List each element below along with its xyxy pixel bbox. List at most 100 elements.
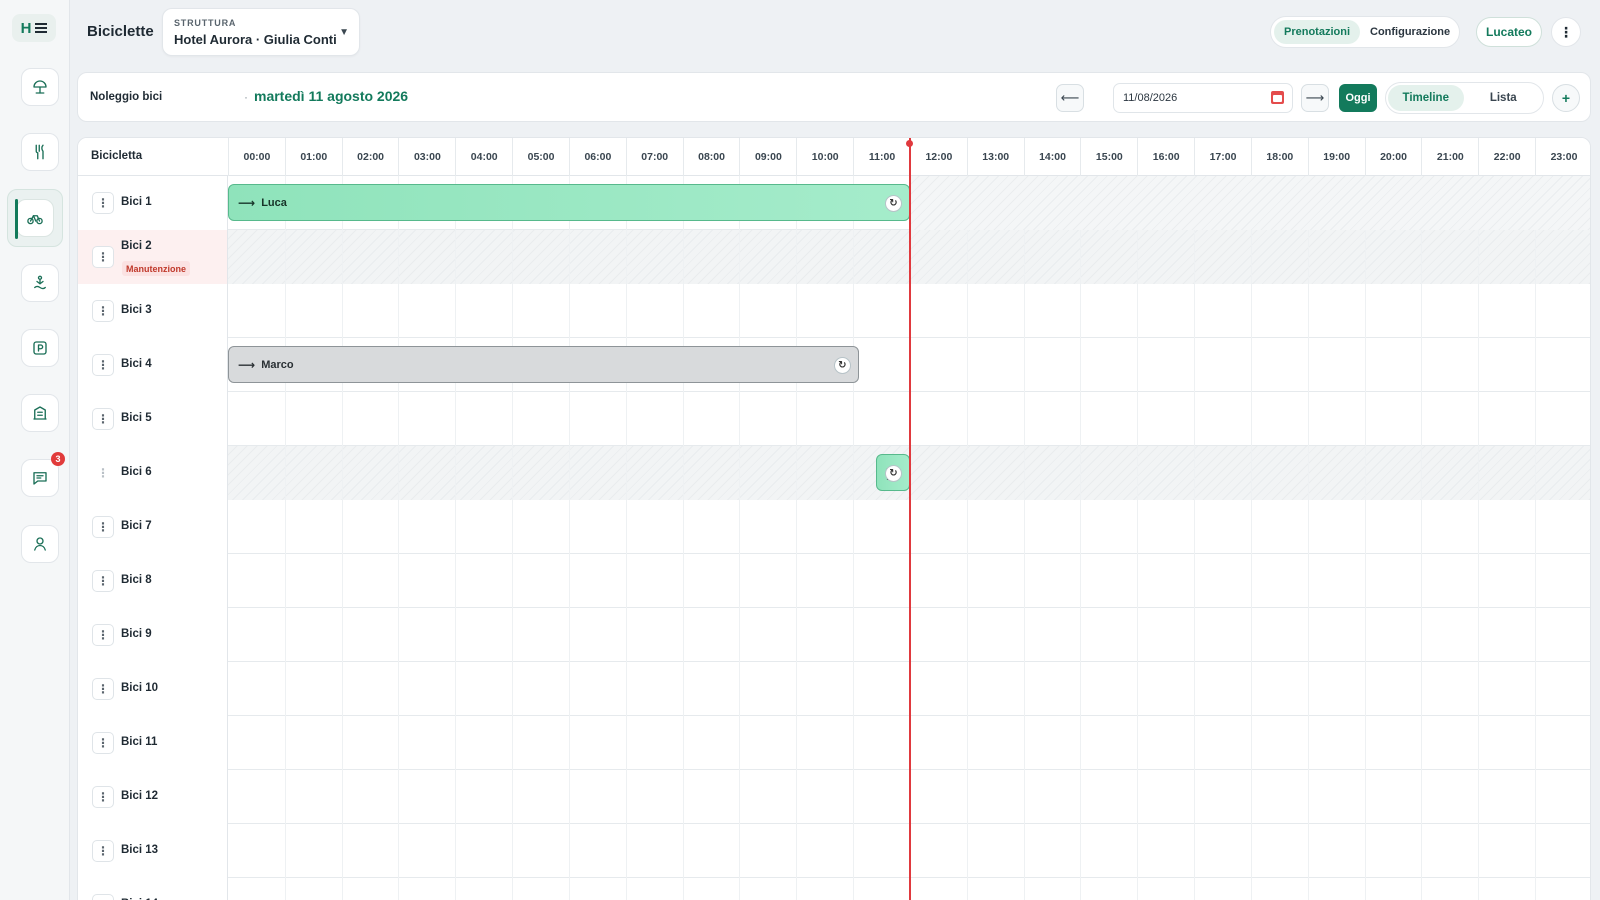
hour-gridline <box>625 662 627 716</box>
hour-gridline <box>284 662 286 716</box>
hour-gridline <box>1364 230 1366 284</box>
row-menu-icon[interactable]: ⋮ <box>92 570 114 592</box>
hour-gridline <box>568 662 570 716</box>
hour-gridline <box>1478 608 1480 662</box>
hour-gridline <box>1250 878 1252 900</box>
sidebar-item-spa[interactable] <box>21 264 59 302</box>
hour-label: 11:00 <box>853 138 910 176</box>
hour-gridline <box>512 230 514 284</box>
chat-icon <box>33 472 47 485</box>
hour-gridline <box>568 284 570 338</box>
hour-gridline <box>1137 770 1139 824</box>
refresh-icon[interactable]: ↻ <box>884 195 902 212</box>
row-menu-icon[interactable]: ⋮ <box>92 786 114 808</box>
hour-gridline <box>1307 824 1309 878</box>
sidebar-item-building[interactable] <box>21 394 59 432</box>
sidebar-item-restaurant[interactable] <box>21 133 59 171</box>
row-menu-icon[interactable]: ⋮ <box>92 624 114 646</box>
hour-gridline <box>1023 608 1025 662</box>
hour-gridline <box>1478 446 1480 500</box>
hour-gridline <box>1194 878 1196 900</box>
sidebar-item-messages[interactable]: 3 <box>21 452 65 497</box>
arrow-right-icon: ⟶ <box>238 357 256 372</box>
hour-gridline <box>1137 230 1139 284</box>
hour-gridline <box>625 824 627 878</box>
row-menu-icon[interactable]: ⋮ <box>92 894 114 900</box>
row-menu-icon[interactable]: ⋮ <box>92 408 114 430</box>
add-booking-button[interactable]: + <box>1552 84 1580 112</box>
sidebar-item-bikes[interactable] <box>7 189 63 247</box>
row-menu-icon[interactable]: ⋮ <box>92 678 114 700</box>
hour-gridline <box>1535 716 1537 770</box>
sidebar-item-parking[interactable] <box>21 329 59 367</box>
sidebar-item-beach[interactable] <box>21 68 59 106</box>
hour-gridline <box>1364 284 1366 338</box>
hour-gridline <box>1194 770 1196 824</box>
next-day-button[interactable]: ⟶ <box>1301 84 1329 112</box>
date-field[interactable]: 11/08/2026 <box>1113 83 1293 113</box>
booking-bar[interactable]: ⟶ Marco ↻ <box>228 346 859 383</box>
calendar-icon[interactable] <box>1271 91 1284 104</box>
hour-gridline <box>1535 554 1537 608</box>
row-menu-icon[interactable]: ⋮ <box>92 192 114 214</box>
hour-gridline <box>1080 284 1082 338</box>
row-menu-icon[interactable]: ⋮ <box>92 516 114 538</box>
refresh-icon[interactable]: ↻ <box>833 357 851 374</box>
hour-gridline <box>1080 392 1082 446</box>
hour-gridline <box>1478 230 1480 284</box>
bicycle-icon <box>27 215 43 225</box>
hour-gridline <box>1250 230 1252 284</box>
menu-toggle[interactable]: H <box>12 14 56 42</box>
restaurant-icon <box>35 144 44 160</box>
hour-gridline <box>682 716 684 770</box>
row-menu-icon[interactable]: ⋮ <box>92 354 114 376</box>
more-menu-icon[interactable]: ⋮ <box>1551 17 1581 47</box>
hour-gridline <box>398 878 400 900</box>
today-button[interactable]: Oggi <box>1339 84 1377 112</box>
row-menu-icon[interactable]: ⋮ <box>92 840 114 862</box>
booking-bar[interactable]: ⟶ Luca ↻ <box>228 184 910 221</box>
user-button[interactable]: Lucateo <box>1476 17 1542 47</box>
row-menu-icon[interactable]: ⋮ <box>92 732 114 754</box>
view-timeline[interactable]: Timeline <box>1388 85 1464 111</box>
hour-gridline <box>341 824 343 878</box>
table-row: ⋮Bici 14 <box>78 878 1590 900</box>
row-menu-icon[interactable]: ⋮ <box>92 246 114 268</box>
hour-gridline <box>1364 392 1366 446</box>
tab-prenotazioni[interactable]: Prenotazioni <box>1274 20 1361 44</box>
hour-gridline <box>966 878 968 900</box>
hour-label: 17:00 <box>1194 138 1251 176</box>
hour-gridline <box>284 230 286 284</box>
hour-gridline <box>398 392 400 446</box>
hour-gridline <box>512 608 514 662</box>
hour-gridline <box>1250 500 1252 554</box>
hour-gridline <box>1023 284 1025 338</box>
hour-gridline <box>568 608 570 662</box>
table-row: ⋮ Bici 2 Manutenzione <box>78 230 1590 284</box>
hour-gridline <box>682 500 684 554</box>
hour-label: 13:00 <box>966 138 1024 176</box>
hour-gridline <box>966 392 968 446</box>
hour-gridline <box>1478 716 1480 770</box>
column-header-bike: Bicicletta <box>91 150 143 162</box>
refresh-icon[interactable]: ↻ <box>884 465 902 482</box>
structure-select[interactable]: STRUTTURA Hotel Aurora · Giulia Conti ▼ <box>162 8 360 56</box>
hamburger-icon <box>35 23 48 33</box>
tab-configurazione[interactable]: Configurazione <box>1360 20 1460 44</box>
row-menu-icon[interactable]: ⋮ <box>92 300 114 322</box>
hour-gridline <box>1421 824 1423 878</box>
row-menu-icon[interactable]: ⋮ <box>92 462 114 484</box>
view-lista[interactable]: Lista <box>1466 85 1542 111</box>
hour-gridline <box>1478 824 1480 878</box>
hour-gridline <box>341 662 343 716</box>
hour-gridline <box>341 878 343 900</box>
table-row: ⋮ Bici 5 <box>78 392 1590 446</box>
messages-badge: 3 <box>51 452 65 466</box>
prev-day-button[interactable]: ⟵ <box>1056 84 1084 112</box>
booking-bar[interactable]: ❯↻ <box>875 454 910 491</box>
sidebar-item-profile[interactable] <box>21 525 59 563</box>
hour-gridline <box>341 392 343 446</box>
hour-gridline <box>455 716 457 770</box>
hour-gridline <box>1478 338 1480 392</box>
hour-gridline <box>1194 608 1196 662</box>
